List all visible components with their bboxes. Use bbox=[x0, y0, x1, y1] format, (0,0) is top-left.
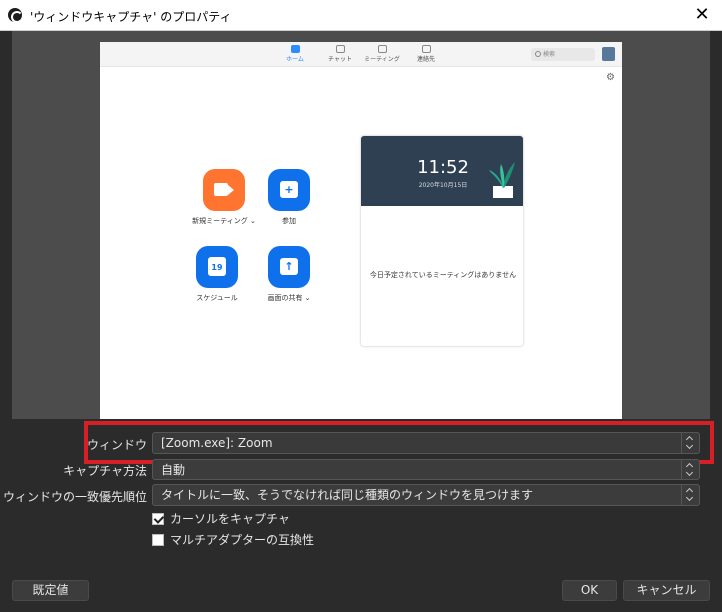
no-meetings-text: 今日予定されているミーティングはありません bbox=[369, 271, 517, 279]
multi-adapter-label: マルチアダプターの互換性 bbox=[170, 533, 315, 547]
tab-contacts: 連絡先 bbox=[406, 45, 446, 63]
tab-home-label: ホーム bbox=[286, 56, 304, 63]
close-icon[interactable]: ✕ bbox=[682, 0, 722, 31]
chevron-updown-icon bbox=[681, 460, 699, 480]
tab-chat-label: チャット bbox=[328, 56, 352, 63]
title-bar: 'ウィンドウキャプチャ' のプロパティ ✕ bbox=[0, 0, 722, 31]
tab-home: ホーム bbox=[275, 45, 315, 63]
join-label: 参加 bbox=[282, 217, 296, 225]
clock-icon bbox=[377, 45, 387, 53]
home-icon bbox=[290, 45, 300, 53]
zoom-top-bar: ホーム チャット ミーティング 連絡先 検索 bbox=[100, 42, 622, 67]
defaults-button[interactable]: 既定値 bbox=[12, 580, 89, 601]
checkbox-checked-icon bbox=[152, 513, 164, 525]
video-camera-icon bbox=[203, 169, 245, 211]
window-select[interactable]: [Zoom.exe]: Zoom bbox=[152, 432, 700, 454]
ok-button[interactable]: OK bbox=[562, 580, 617, 601]
contacts-icon bbox=[421, 45, 431, 53]
match-priority-value: タイトルに一致、そうでなければ同じ種類のウィンドウを見つけます bbox=[161, 488, 534, 502]
cancel-button[interactable]: キャンセル bbox=[623, 580, 710, 601]
plus-icon: + bbox=[268, 169, 310, 211]
checkbox-unchecked-icon bbox=[152, 534, 164, 546]
clock-time: 11:52 bbox=[417, 157, 469, 178]
window-label: ウィンドウ bbox=[86, 438, 147, 452]
share-screen-action: ↑ 画面の共有 ⌄ bbox=[249, 246, 329, 303]
window-title: 'ウィンドウキャプチャ' のプロパティ bbox=[30, 10, 232, 24]
zoom-search: 検索 bbox=[531, 48, 595, 61]
tab-meetings: ミーティング bbox=[362, 45, 402, 63]
calendar-icon: 19 bbox=[196, 246, 238, 288]
chevron-updown-icon bbox=[681, 485, 699, 505]
chat-icon bbox=[335, 45, 345, 53]
capture-cursor-checkbox[interactable]: カーソルをキャプチャ bbox=[152, 512, 290, 528]
tab-meetings-label: ミーティング bbox=[364, 56, 400, 63]
gear-icon: ⚙ bbox=[606, 72, 615, 83]
share-up-arrow-icon: ↑ bbox=[268, 246, 310, 288]
capture-cursor-label: カーソルをキャプチャ bbox=[170, 512, 290, 526]
tab-contacts-label: 連絡先 bbox=[416, 56, 435, 63]
window-select-value: [Zoom.exe]: Zoom bbox=[161, 436, 273, 450]
capture-method-select[interactable]: 自動 bbox=[152, 459, 700, 480]
join-action: + 参加 bbox=[249, 169, 329, 226]
capture-method-label: キャプチャ方法 bbox=[63, 464, 147, 478]
tab-chat: チャット bbox=[320, 45, 360, 63]
schedule-label: スケジュール bbox=[196, 294, 238, 302]
schedule-action: 19 スケジュール bbox=[177, 246, 257, 303]
chevron-updown-icon bbox=[681, 433, 699, 453]
zoom-preview: ホーム チャット ミーティング 連絡先 検索 ⚙ 新規ミーティング ⌄ + 参加… bbox=[100, 42, 622, 419]
share-screen-label: 画面の共有 ⌄ bbox=[267, 294, 311, 302]
obs-logo-icon bbox=[8, 8, 23, 23]
match-priority-select[interactable]: タイトルに一致、そうでなければ同じ種類のウィンドウを見つけます bbox=[152, 484, 700, 506]
clock-date: 2020年10月15日 bbox=[418, 182, 468, 189]
upcoming-meetings-card: 11:52 2020年10月15日 今日予定されているミーティングはありません bbox=[360, 135, 524, 347]
capture-method-value: 自動 bbox=[161, 463, 186, 477]
avatar bbox=[602, 47, 615, 61]
multi-adapter-checkbox[interactable]: マルチアダプターの互換性 bbox=[152, 533, 314, 549]
match-priority-label: ウィンドウの一致優先順位 bbox=[2, 490, 147, 504]
